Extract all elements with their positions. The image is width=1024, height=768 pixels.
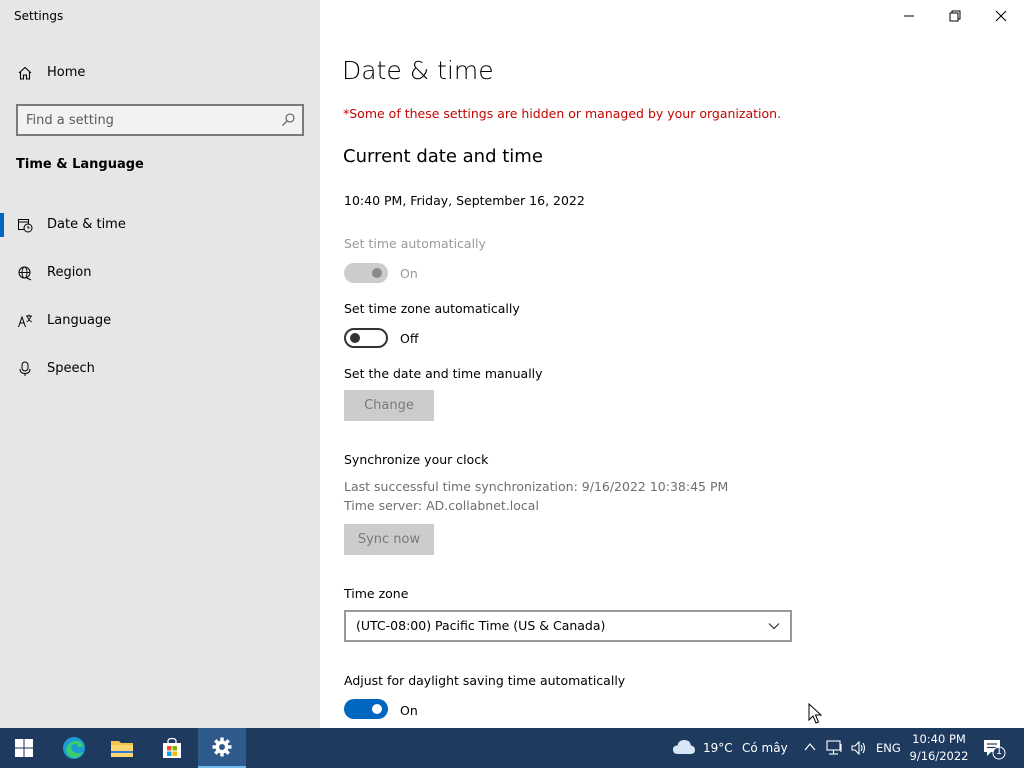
- windows-logo-icon: [15, 739, 33, 757]
- page-title: Date & time: [342, 56, 494, 85]
- sidebar-item-date-time[interactable]: Date & time: [0, 205, 320, 245]
- toggle-knob: [350, 333, 360, 343]
- network-icon[interactable]: [826, 740, 844, 756]
- globe-icon: [18, 266, 32, 281]
- set-tz-auto-state: Off: [400, 331, 419, 346]
- sidebar-item-region[interactable]: Region: [0, 253, 320, 293]
- close-button[interactable]: [978, 0, 1024, 32]
- set-tz-auto-label: Set time zone automatically: [344, 301, 520, 316]
- search-input[interactable]: [26, 110, 276, 130]
- main-content: Date & time *Some of these settings are …: [320, 0, 1024, 728]
- toggle-knob: [372, 268, 382, 278]
- sidebar: Settings Home Time & Language Date & tim…: [0, 0, 320, 728]
- sidebar-item-label: Speech: [47, 361, 95, 376]
- store-icon: [163, 737, 181, 758]
- sidebar-item-language[interactable]: Language: [0, 301, 320, 341]
- set-tz-auto-toggle[interactable]: [344, 328, 388, 348]
- taskbar-clock[interactable]: 10:40 PM 9/16/2022: [905, 731, 973, 765]
- calendar-clock-icon: [18, 219, 33, 233]
- sync-now-button: Sync now: [344, 524, 434, 555]
- restore-button[interactable]: [932, 0, 978, 32]
- nav-home-label: Home: [47, 65, 86, 80]
- start-button[interactable]: [0, 728, 48, 768]
- taskbar-file-explorer[interactable]: [98, 728, 146, 768]
- clock-time: 10:40 PM: [912, 732, 966, 746]
- taskbar-store[interactable]: [148, 728, 196, 768]
- sync-heading: Synchronize your clock: [344, 452, 489, 467]
- taskbar-settings[interactable]: [198, 728, 246, 768]
- edge-icon: [63, 737, 85, 759]
- taskbar-edge[interactable]: [50, 728, 98, 768]
- window-controls: [886, 0, 1024, 32]
- search-icon[interactable]: [280, 112, 296, 128]
- taskbar: 19°C Có mây ENG 10:40 PM 9/16/2022 1: [0, 728, 1024, 768]
- active-indicator: [0, 213, 4, 237]
- change-button: Change: [344, 390, 434, 421]
- timezone-select[interactable]: (UTC-08:00) Pacific Time (US & Canada): [344, 610, 792, 642]
- weather-temp[interactable]: 19°C: [703, 741, 733, 755]
- sidebar-item-label: Language: [47, 313, 112, 328]
- restore-icon: [949, 10, 961, 22]
- app-title: Settings: [14, 9, 64, 23]
- current-datetime-value: 10:40 PM, Friday, September 16, 2022: [344, 193, 585, 208]
- minimize-icon: [904, 15, 914, 17]
- timezone-label: Time zone: [344, 586, 409, 601]
- dst-label: Adjust for daylight saving time automati…: [344, 673, 626, 688]
- microphone-icon: [19, 361, 31, 376]
- toggle-knob: [372, 704, 382, 714]
- minimize-button[interactable]: [886, 0, 932, 32]
- set-time-auto-label: Set time automatically: [344, 236, 486, 251]
- time-server-text: Time server: AD.collabnet.local: [344, 498, 539, 513]
- sidebar-item-label: Region: [47, 265, 92, 280]
- home-icon: [18, 66, 32, 80]
- search-box[interactable]: [16, 104, 304, 136]
- current-datetime-heading: Current date and time: [343, 146, 543, 167]
- input-language[interactable]: ENG: [876, 741, 901, 755]
- manual-datetime-label: Set the date and time manually: [344, 366, 543, 381]
- last-sync-text: Last successful time synchronization: 9/…: [344, 479, 729, 494]
- clock-date: 9/16/2022: [909, 749, 969, 763]
- folder-icon: [111, 741, 133, 757]
- nav-home[interactable]: Home: [0, 56, 320, 90]
- volume-icon[interactable]: [850, 739, 868, 757]
- chevron-up-icon[interactable]: [804, 742, 816, 752]
- dst-state: On: [400, 703, 418, 718]
- close-icon: [995, 10, 1007, 22]
- set-time-auto-state: On: [400, 266, 418, 281]
- weather-desc[interactable]: Có mây: [742, 741, 788, 755]
- chevron-down-icon: [768, 623, 780, 630]
- cloud-icon[interactable]: [672, 738, 696, 756]
- section-title: Time & Language: [16, 157, 144, 172]
- mouse-cursor-icon: [808, 703, 822, 724]
- set-time-auto-toggle: [344, 263, 388, 283]
- notification-count: 1: [995, 746, 1003, 757]
- sidebar-item-speech[interactable]: Speech: [0, 349, 320, 389]
- dst-toggle[interactable]: [344, 699, 388, 719]
- timezone-value: (UTC-08:00) Pacific Time (US & Canada): [356, 618, 606, 633]
- org-managed-note: *Some of these settings are hidden or ma…: [343, 106, 782, 121]
- language-icon: [18, 314, 33, 328]
- gear-icon: [212, 737, 232, 757]
- sidebar-item-label: Date & time: [47, 217, 126, 232]
